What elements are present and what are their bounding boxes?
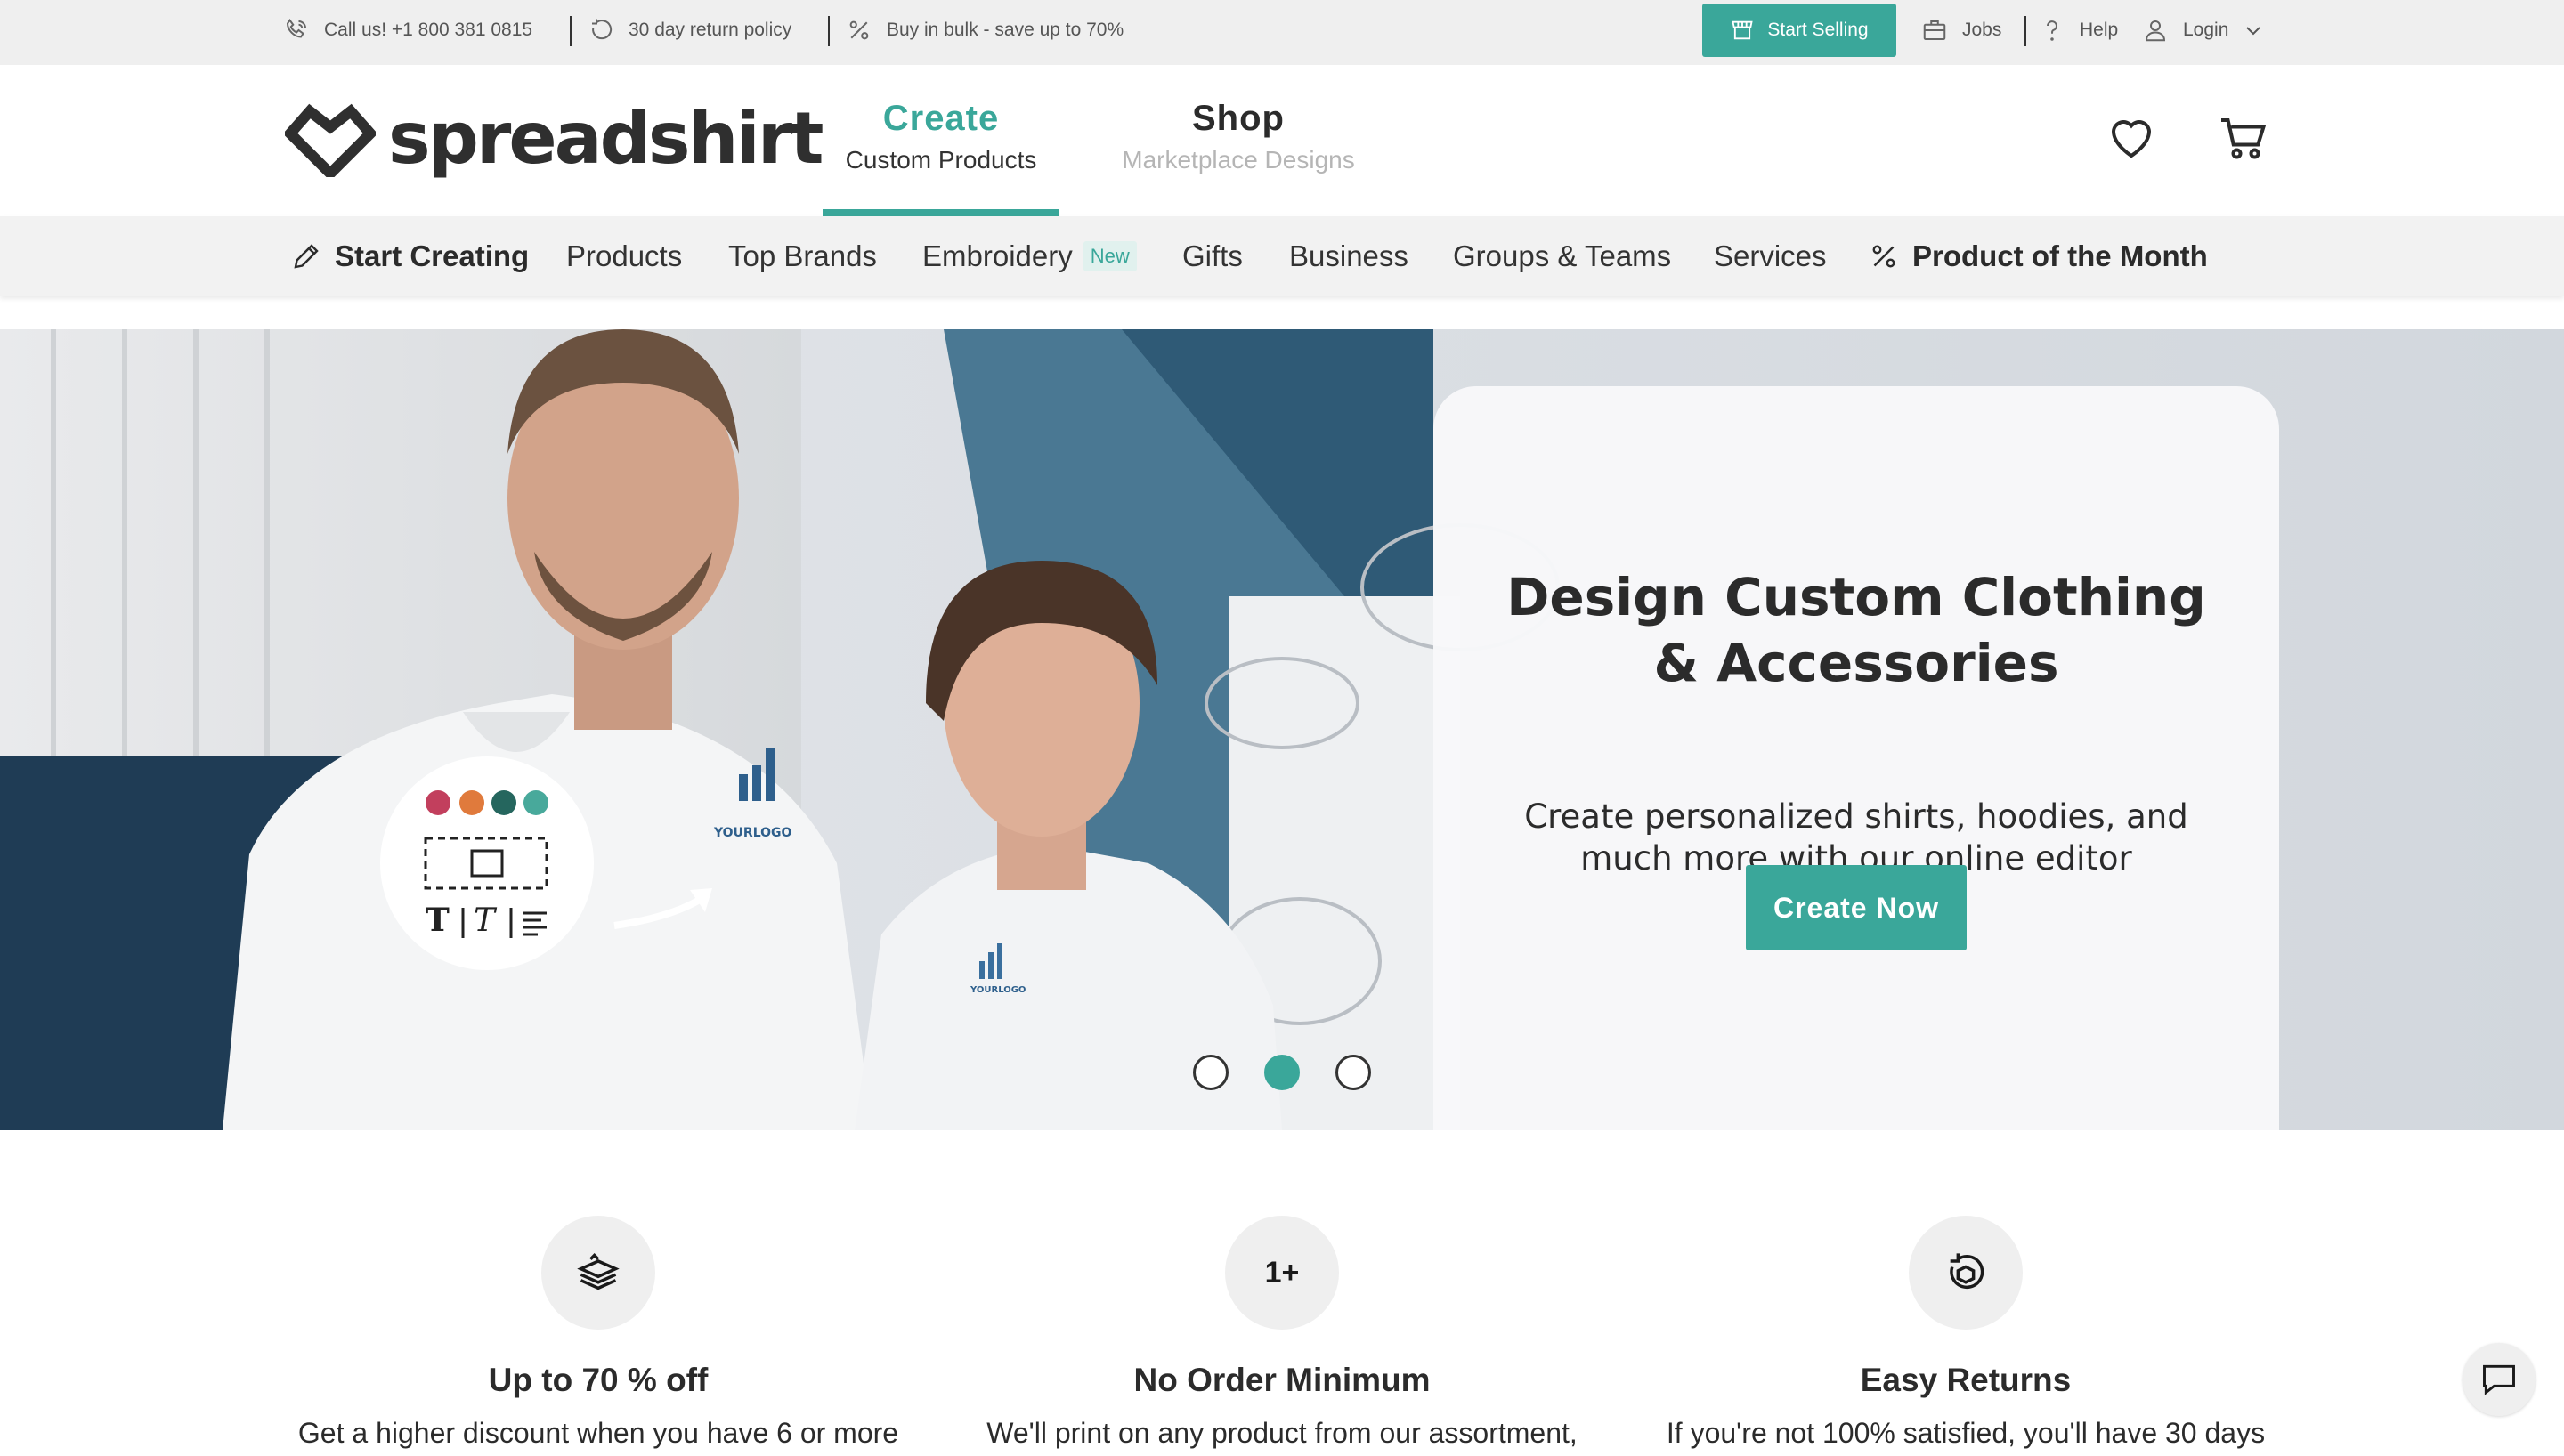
nav-top-brands-label: Top Brands: [728, 239, 877, 272]
svg-text:T: T: [426, 902, 450, 939]
call-us-link[interactable]: Call us! +1 800 381 0815: [283, 0, 532, 61]
percent-icon: [1872, 245, 1895, 268]
heart-logo-icon: [285, 103, 376, 177]
site-header: spreadshirt Create Custom Products Shop …: [0, 65, 2564, 216]
user-icon: [2145, 20, 2166, 42]
cart-icon[interactable]: [2217, 111, 2270, 165]
stack-discount-icon: [577, 1253, 620, 1290]
svg-text:T: T: [474, 902, 498, 939]
tab-shop-sublabel: Marketplace Designs: [1122, 146, 1355, 174]
login-dropdown[interactable]: Login: [2142, 0, 2264, 61]
return-arrow-icon: [592, 19, 613, 40]
nav-product-of-month-label: Product of the Month: [1912, 239, 2208, 272]
nav-business[interactable]: Business: [1289, 216, 1408, 296]
feature-discount-text: Get a higher discount when you have 6 or…: [297, 1417, 899, 1449]
briefcase-icon: [1923, 20, 1946, 40]
nav-embroidery[interactable]: Embroidery New: [922, 216, 1137, 296]
nav-start-creating-label: Start Creating: [335, 239, 530, 272]
start-selling-label: Start Selling: [1767, 20, 1869, 40]
feature-easy-returns: Easy Returns If you're not 100% satisfie…: [1636, 1216, 2295, 1450]
nav-services[interactable]: Services: [1714, 216, 1827, 296]
divider: [2024, 16, 2026, 46]
tab-shop-label: Shop: [1192, 99, 1285, 138]
feature-easy-returns-text: If you're not 100% satisfied, you'll hav…: [1666, 1417, 2266, 1449]
nav-services-label: Services: [1714, 239, 1827, 272]
carousel-dot-1[interactable]: [1193, 1055, 1229, 1090]
storefront-icon: [1732, 20, 1754, 40]
nav-product-of-month[interactable]: Product of the Month: [1868, 216, 2208, 296]
nav-start-creating[interactable]: Start Creating: [290, 216, 529, 296]
tab-create[interactable]: Create Custom Products: [823, 99, 1059, 174]
logo-wordmark: spreadshirt: [388, 97, 824, 180]
create-now-button[interactable]: Create Now: [1746, 865, 1967, 950]
help-link[interactable]: Help: [2039, 0, 2118, 61]
feature-no-minimum-text: We'll print on any product from our asso…: [986, 1417, 1578, 1449]
divider: [570, 16, 572, 46]
feature-no-minimum-title: No Order Minimum: [1133, 1362, 1431, 1398]
return-box-icon: [1950, 1253, 1984, 1290]
nav-top-brands[interactable]: Top Brands: [728, 216, 877, 296]
hero-title: Design Custom Clothing & Accessories: [1506, 567, 2206, 693]
tab-shop[interactable]: Shop Marketplace Designs: [1104, 99, 1373, 174]
bulk-discount-text: Buy in bulk - save up to 70%: [887, 20, 1124, 40]
nav-gifts[interactable]: Gifts: [1182, 216, 1243, 296]
shirt-logo-text: YOURLOGO: [713, 826, 792, 840]
one-plus-icon: 1+: [1225, 1216, 1339, 1330]
feature-discount-title: Up to 70 % off: [488, 1362, 709, 1398]
pencil-icon: [294, 244, 319, 269]
hero-banner: T T YOURLOGO YOURLOGO Design Custom Cloth…: [0, 329, 2564, 1130]
spreadshirt-logo[interactable]: spreadshirt: [285, 97, 824, 180]
active-tab-indicator: [823, 209, 1059, 216]
question-icon: [2047, 20, 2057, 41]
help-text: Help: [2080, 20, 2119, 40]
feature-no-minimum: 1+ No Order Minimum We'll print on any p…: [953, 1216, 1611, 1450]
shirt-logo-text: YOURLOGO: [970, 985, 1026, 995]
chat-button[interactable]: [2463, 1343, 2536, 1416]
carousel-dot-2[interactable]: [1264, 1055, 1300, 1090]
start-selling-button[interactable]: Start Selling: [1702, 4, 1896, 57]
feature-discount: Up to 70 % off Get a higher discount whe…: [269, 1216, 928, 1450]
tab-create-sublabel: Custom Products: [845, 146, 1037, 174]
return-policy-text: 30 day return policy: [629, 20, 792, 40]
feature-easy-returns-title: Easy Returns: [1860, 1362, 2072, 1398]
feature-returns-circle: [1909, 1216, 2023, 1330]
call-us-text: Call us! +1 800 381 0815: [324, 20, 533, 40]
tab-create-label: Create: [882, 99, 1000, 138]
login-text: Login: [2183, 20, 2229, 40]
percent-icon: [849, 20, 869, 40]
hero-card: Design Custom Clothing & Accessories Cre…: [1433, 386, 2279, 1130]
utility-bar: Call us! +1 800 381 0815 30 day return p…: [0, 0, 2564, 65]
jobs-text: Jobs: [1962, 20, 2002, 40]
nav-gifts-label: Gifts: [1182, 239, 1243, 272]
heart-icon[interactable]: [2105, 111, 2158, 165]
jobs-link[interactable]: Jobs: [1921, 0, 2001, 61]
divider: [828, 16, 830, 46]
main-nav: Start Creating Products Top Brands Embro…: [0, 216, 2564, 296]
phone-icon: [286, 19, 306, 38]
nav-embroidery-label: Embroidery: [922, 239, 1073, 272]
chevron-down-icon: [2246, 27, 2261, 36]
new-badge: New: [1083, 241, 1137, 271]
nav-business-label: Business: [1289, 239, 1408, 272]
feature-discount-circle: [541, 1216, 655, 1330]
chat-bubble-icon: [2483, 1364, 2515, 1395]
bulk-discount-link[interactable]: Buy in bulk - save up to 70%: [846, 0, 1124, 61]
nav-groups-teams-label: Groups & Teams: [1453, 239, 1672, 272]
return-policy-link[interactable]: 30 day return policy: [588, 0, 791, 61]
nav-products-label: Products: [566, 239, 683, 272]
nav-groups-teams[interactable]: Groups & Teams: [1453, 216, 1671, 296]
nav-products[interactable]: Products: [566, 216, 682, 296]
carousel-dot-3[interactable]: [1335, 1055, 1371, 1090]
